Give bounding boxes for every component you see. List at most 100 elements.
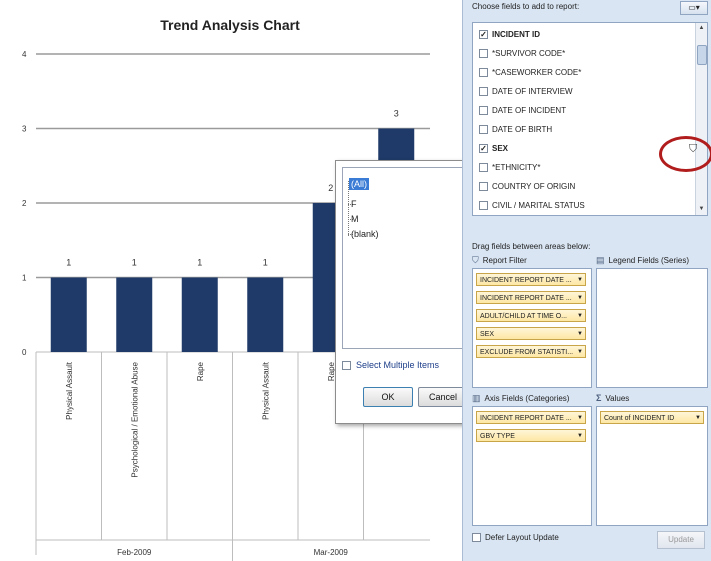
field-row[interactable]: COUNTRY OF ORIGIN [479,179,575,194]
report-filter-label-row: ⛉ Report Filter [472,255,527,266]
axis-field-chip[interactable]: INCIDENT REPORT DATE ... ▼ [476,411,586,424]
field-row[interactable]: CIVIL / MARITAL STATUS [479,198,585,213]
field-checkbox[interactable] [479,49,488,58]
field-row[interactable]: *CASEWORKER CODE* [479,65,581,80]
data-label: 1 [132,258,137,268]
filter-values-list[interactable]: (All) F M (blank) [342,167,466,349]
filter-funnel-icon[interactable]: ⛉ [689,143,697,156]
data-label: 1 [66,258,71,268]
values-field-chip[interactable]: Count of INCIDENT ID ▼ [600,411,704,424]
dropdown-arrow-icon[interactable]: ▼ [577,430,583,443]
legend-fields-area[interactable] [596,268,708,388]
field-checkbox[interactable]: ✓ [479,30,488,39]
data-label: 1 [263,258,268,268]
x-category-label: Psychological / Emotional Abuse [130,361,139,477]
values-area[interactable]: Count of INCIDENT ID ▼ [596,406,708,526]
legend-grid-icon: ▤ [596,255,605,265]
select-multiple-checkbox[interactable] [342,360,351,370]
field-checkbox[interactable]: ✓ [479,144,488,153]
report-filter-field-chip[interactable]: EXCLUDE FROM STATISTI... ▼ [476,345,586,358]
update-button[interactable]: Update [657,531,705,549]
report-filter-area[interactable]: INCIDENT REPORT DATE ... ▼ INCIDENT REPORT… [472,268,592,388]
filter-item-f[interactable]: F [349,198,359,210]
field-checkbox[interactable] [479,68,488,77]
scroll-up-icon[interactable]: ▲ [697,24,706,33]
dropdown-arrow-icon[interactable]: ▼ [577,274,583,287]
report-filter-field-chip-label: SEX [480,331,495,338]
field-row[interactable]: DATE OF BIRTH [479,122,552,137]
select-multiple-label[interactable]: Select Multiple Items [356,360,439,370]
bar [50,277,87,352]
filter-item-blank[interactable]: (blank) [349,228,381,240]
select-multiple-row[interactable]: Select Multiple Items [342,359,439,371]
field-row[interactable]: *SURVIVOR CODE* [479,46,565,61]
bar [116,277,153,352]
field-label[interactable]: INCIDENT ID [492,30,540,39]
dropdown-arrow-icon[interactable]: ▼ [577,292,583,305]
field-list-box[interactable]: ✓ INCIDENT ID *SURVIVOR CODE* *CASEWORKER C… [472,22,708,216]
field-row[interactable]: ✓ SEX [479,141,508,156]
field-checkbox[interactable] [479,87,488,96]
axis-fields-area[interactable]: INCIDENT REPORT DATE ... ▼ GBV TYPE ▼ [472,406,592,526]
field-label[interactable]: DATE OF INTERVIEW [492,87,573,96]
pivot-field-list-panel: Choose fields to add to report: ▭▾ ✓ INCI… [462,0,711,561]
field-label[interactable]: DATE OF INCIDENT [492,106,566,115]
dropdown-arrow-icon[interactable]: ▼ [577,310,583,323]
field-checkbox[interactable] [479,125,488,134]
dropdown-arrow-icon[interactable]: ▼ [577,346,583,359]
field-row[interactable]: ✓ INCIDENT ID [479,27,540,42]
dropdown-arrow-icon[interactable]: ▼ [695,412,701,425]
dropdown-menu-icon[interactable]: ▭▾ [680,1,708,15]
field-checkbox[interactable] [479,182,488,191]
y-tick-label: 1 [22,274,27,283]
ok-button[interactable]: OK [363,387,413,407]
report-filter-field-chip[interactable]: ADULT/CHILD AT TIME O... ▼ [476,309,586,322]
filter-highlight-circle [659,136,711,172]
axis-field-chip[interactable]: GBV TYPE ▼ [476,429,586,442]
scroll-thumb[interactable] [697,45,707,65]
data-label: 2 [328,183,333,193]
filter-item-all[interactable]: (All) [348,177,370,191]
axis-list-icon: ▥ [472,393,481,403]
vertical-scrollbar[interactable]: ▲ ▼ [695,23,707,215]
report-filter-field-chip-label: EXCLUDE FROM STATISTI... [480,349,574,356]
report-filter-field-chip[interactable]: INCIDENT REPORT DATE ... ▼ [476,291,586,304]
panel-header: Choose fields to add to report: [472,2,580,11]
field-filter-popup[interactable]: (All) F M (blank) Select Multiple Items … [335,160,472,424]
field-label[interactable]: SEX [492,144,508,153]
x-group-label: Mar-2009 [314,548,349,557]
field-row[interactable]: *ETHNICITY* [479,160,540,175]
dropdown-arrow-icon[interactable]: ▼ [577,412,583,425]
report-filter-label: Report Filter [482,256,527,265]
filter-item-m[interactable]: M [349,213,361,225]
field-label[interactable]: *SURVIVOR CODE* [492,49,565,58]
y-tick-label: 3 [22,125,27,134]
field-checkbox[interactable] [479,163,488,172]
field-row[interactable]: DATE OF INCIDENT [479,103,566,118]
field-label[interactable]: *CASEWORKER CODE* [492,68,581,77]
field-label[interactable]: CIVIL / MARITAL STATUS [492,201,585,210]
dropdown-arrow-icon[interactable]: ▼ [577,328,583,341]
scroll-down-icon[interactable]: ▼ [697,205,706,214]
field-checkbox[interactable] [479,201,488,210]
field-label[interactable]: COUNTRY OF ORIGIN [492,182,575,191]
legend-label-row: ▤ Legend Fields (Series) [596,255,689,266]
defer-layout-checkbox[interactable] [472,533,481,542]
field-checkbox[interactable] [479,106,488,115]
field-label[interactable]: DATE OF BIRTH [492,125,552,134]
y-tick-label: 4 [22,50,27,59]
report-filter-field-chip-label: ADULT/CHILD AT TIME O... [480,313,567,320]
x-category-label: Physical Assault [261,361,270,420]
values-label-row: Σ Values [596,393,629,403]
field-row[interactable]: DATE OF INTERVIEW [479,84,573,99]
report-filter-field-chip[interactable]: SEX ▼ [476,327,586,340]
filter-funnel-icon: ⛉ [472,255,479,265]
report-filter-field-chip[interactable]: INCIDENT REPORT DATE ... ▼ [476,273,586,286]
defer-layout-row[interactable]: Defer Layout Update [472,533,559,542]
data-label: 3 [394,109,399,119]
defer-layout-label[interactable]: Defer Layout Update [485,533,559,542]
y-tick-label: 2 [22,199,27,208]
field-label[interactable]: *ETHNICITY* [492,163,540,172]
cancel-button[interactable]: Cancel [418,387,468,407]
data-label: 1 [197,258,202,268]
